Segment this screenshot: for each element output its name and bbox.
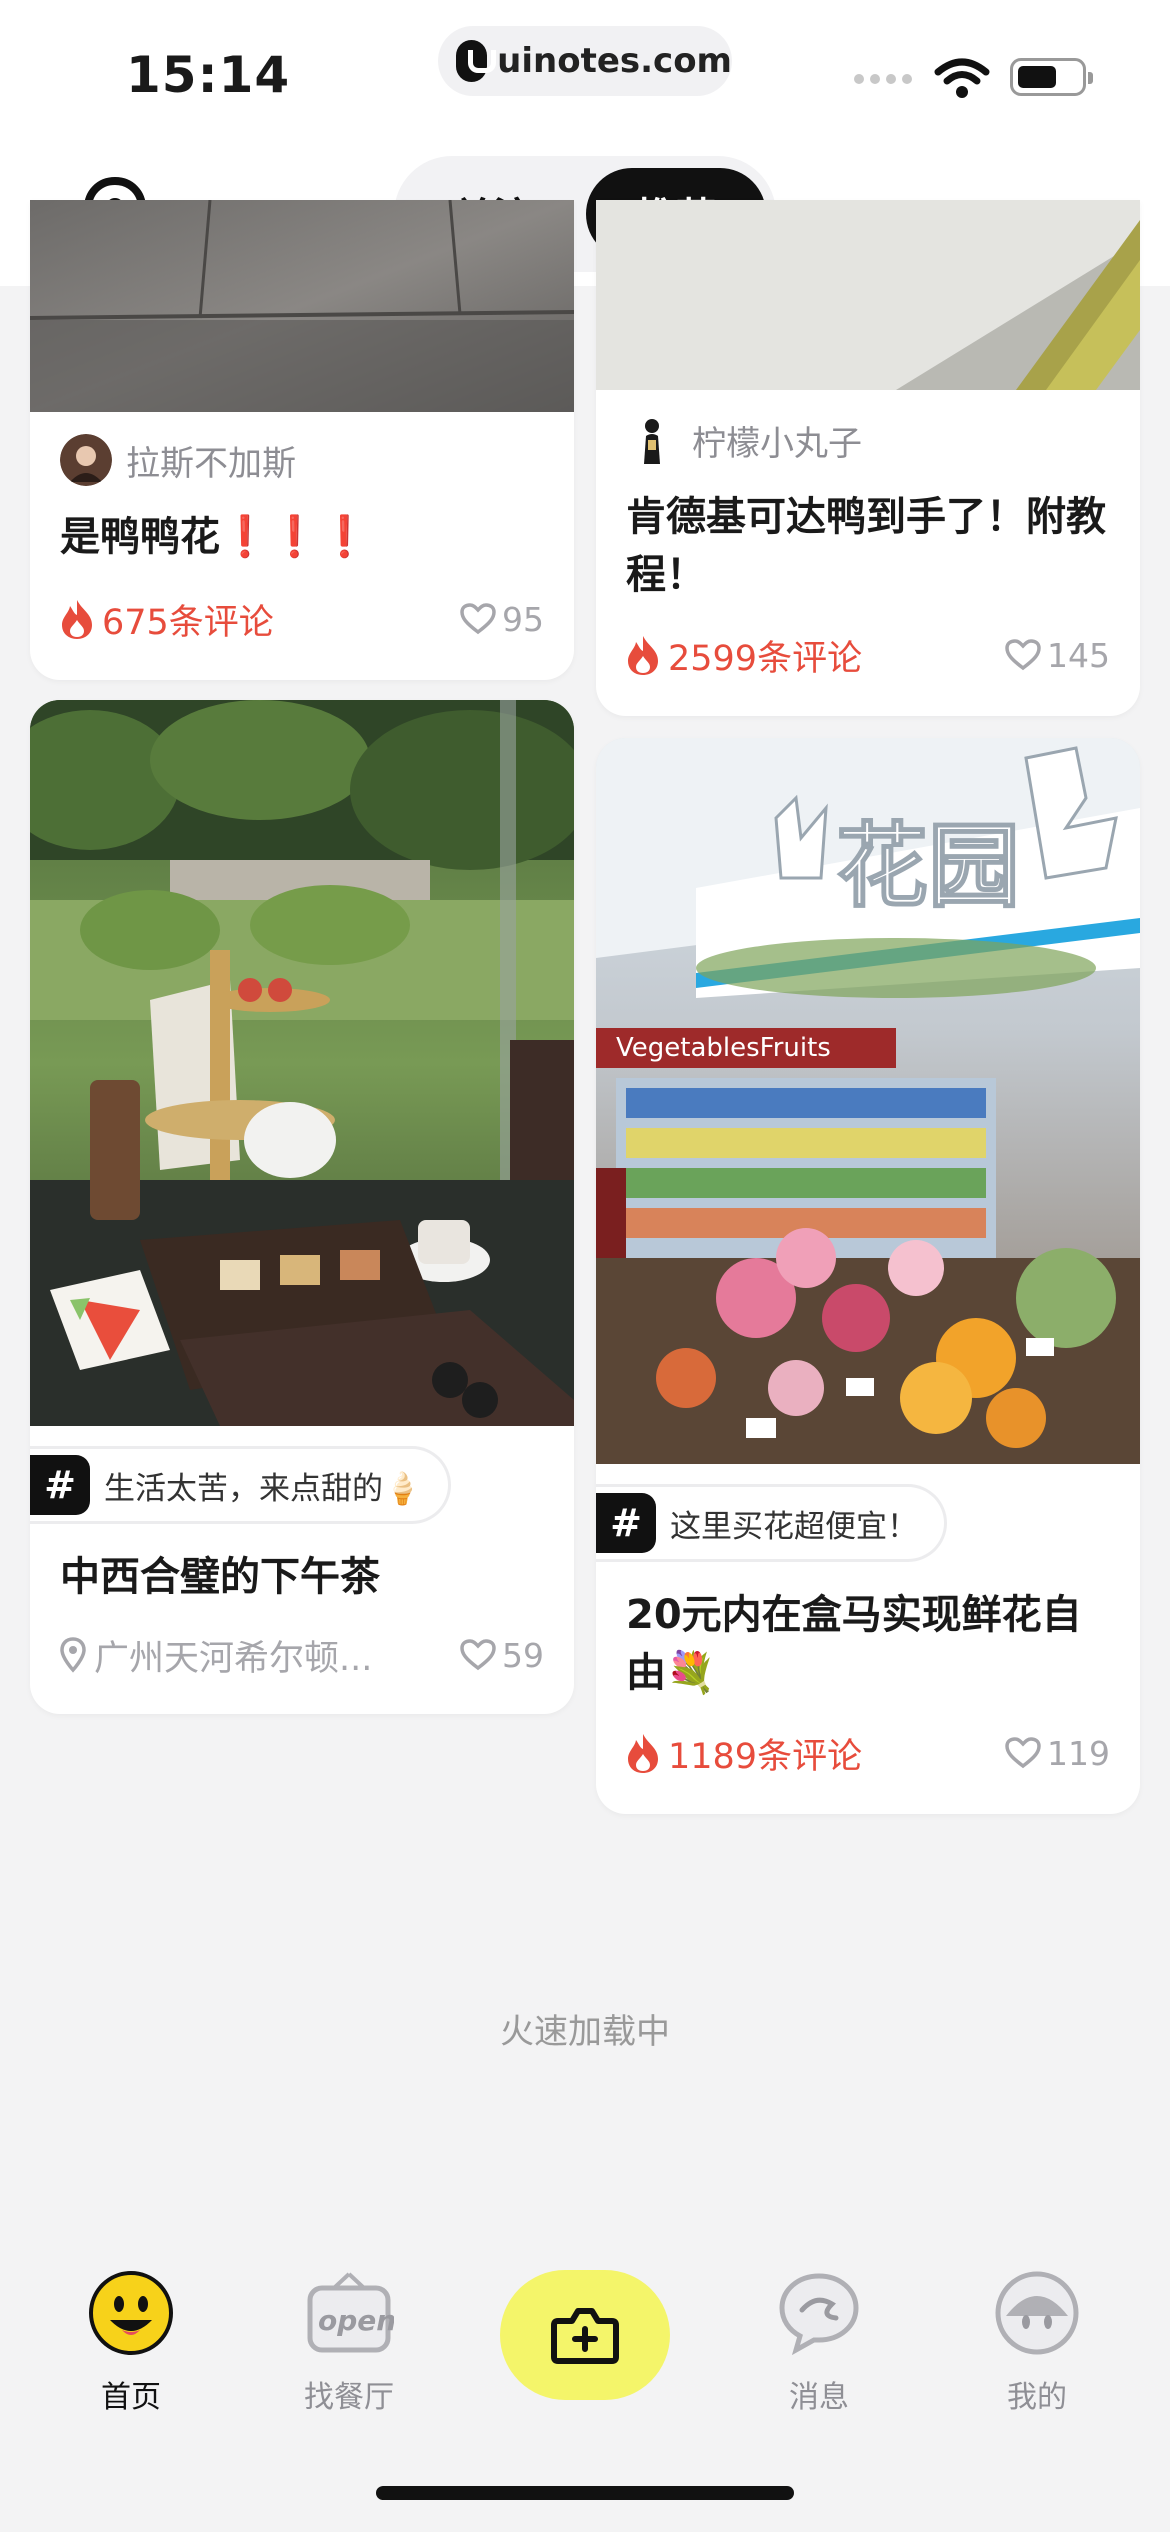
nav-label: 我的 bbox=[1007, 2380, 1067, 2415]
card-meta: 675条评论 95 bbox=[60, 594, 544, 644]
location-pin-icon bbox=[60, 1637, 86, 1673]
like-button[interactable]: 119 bbox=[1005, 1734, 1110, 1773]
nav-label: 消息 bbox=[789, 2380, 849, 2415]
card-title: 20元内在盒马实现鲜花自由💐 bbox=[626, 1592, 1082, 1696]
card-title: 中西合璧的下午茶 bbox=[60, 1554, 380, 1600]
loading-text: 火速加载中 bbox=[500, 2012, 670, 2052]
site-logo-icon bbox=[456, 40, 497, 82]
card-location: 广州天河希尔顿... bbox=[60, 1630, 372, 1681]
nav-label: 首页 bbox=[101, 2380, 161, 2415]
flame-icon bbox=[62, 600, 92, 639]
like-button[interactable]: 59 bbox=[460, 1636, 544, 1675]
card-photo bbox=[596, 200, 1140, 390]
like-count: 95 bbox=[502, 599, 544, 639]
card-meta: 1189条评论 119 bbox=[626, 1728, 1110, 1778]
sign-text: 花园 bbox=[836, 813, 1020, 920]
feed-card-left-1[interactable]: 拉斯不加斯 是鸭鸭花❗️❗️❗️ 675条评论 95 bbox=[30, 200, 574, 680]
card-meta: 广州天河希尔顿... 59 bbox=[60, 1630, 544, 1680]
heart-icon bbox=[460, 1639, 496, 1671]
comment-count-text: 2599条评论 bbox=[668, 638, 863, 679]
nav-item-home[interactable]: 首页 bbox=[56, 2270, 206, 2416]
feed-card-left-2[interactable]: # 生活太苦，来点甜的🍦 中西合璧的下午茶 广州天河希尔顿... 59 bbox=[30, 700, 574, 1714]
nav-item-messages[interactable]: 消息 bbox=[744, 2270, 894, 2416]
heart-icon bbox=[1005, 1737, 1041, 1769]
wifi-icon bbox=[934, 58, 990, 98]
topic-text: 生活太苦，来点甜的🍦 bbox=[104, 1470, 422, 1507]
card-author[interactable]: 拉斯不加斯 bbox=[60, 434, 296, 486]
comment-count: 2599条评论 bbox=[626, 630, 862, 681]
like-button[interactable]: 95 bbox=[460, 600, 544, 639]
card-photo-afternoon-tea bbox=[30, 700, 574, 1426]
comment-count-text: 675条评论 bbox=[102, 602, 274, 643]
heart-icon bbox=[1005, 639, 1041, 671]
hashtag-icon: # bbox=[30, 1455, 90, 1515]
topic-tag[interactable]: # 生活太苦，来点甜的🍦 bbox=[30, 1446, 451, 1524]
author-name: 柠檬小丸子 bbox=[692, 423, 862, 464]
card-title: 是鸭鸭花❗️❗️❗️ bbox=[60, 514, 370, 560]
like-count: 59 bbox=[502, 1635, 544, 1675]
hashtag-icon: # bbox=[596, 1493, 656, 1553]
card-title: 肯德基可达鸭到手了！附教程！ bbox=[626, 494, 1106, 598]
like-button[interactable]: 145 bbox=[1005, 636, 1110, 675]
flame-icon bbox=[628, 636, 658, 675]
heart-icon bbox=[460, 603, 496, 635]
nav-label: 找餐厅 bbox=[304, 2380, 394, 2415]
chat-bubble-icon bbox=[779, 2273, 859, 2356]
camera-plus-icon bbox=[551, 2308, 619, 2364]
sign-subtext: VegetablesFruits bbox=[616, 1033, 831, 1063]
nav-item-profile[interactable]: 我的 bbox=[962, 2270, 1112, 2416]
svg-text:open: open bbox=[318, 2304, 394, 2337]
comment-count: 675条评论 bbox=[60, 594, 274, 645]
face-profile-icon bbox=[995, 2271, 1079, 2355]
like-count: 119 bbox=[1047, 1733, 1110, 1773]
cellular-signal-icon bbox=[854, 74, 912, 84]
topic-tag[interactable]: # 这里买花超便宜！ bbox=[596, 1484, 947, 1562]
status-bar: 15:14 uinotes.com bbox=[0, 0, 1170, 140]
comment-count-text: 1189条评论 bbox=[668, 1736, 863, 1777]
card-author[interactable]: 柠檬小丸子 bbox=[626, 414, 862, 466]
flame-icon bbox=[628, 1734, 658, 1773]
avatar bbox=[60, 434, 112, 486]
author-name: 拉斯不加斯 bbox=[126, 443, 296, 484]
avatar bbox=[626, 414, 678, 466]
status-time: 15:14 bbox=[126, 46, 291, 104]
smiley-home-icon bbox=[89, 2271, 173, 2355]
url-text: uinotes.com bbox=[497, 41, 732, 81]
location-text: 广州天河希尔顿... bbox=[94, 1638, 373, 1679]
card-photo-flower-market: 花园 VegetablesFruits bbox=[596, 738, 1140, 1464]
home-indicator bbox=[376, 2486, 794, 2500]
card-photo bbox=[30, 200, 574, 412]
url-pill[interactable]: uinotes.com bbox=[438, 26, 732, 96]
camera-post-button[interactable] bbox=[500, 2270, 670, 2400]
battery-icon bbox=[1010, 58, 1093, 96]
topic-text: 这里买花超便宜！ bbox=[670, 1508, 918, 1545]
card-meta: 2599条评论 145 bbox=[626, 630, 1110, 680]
feed-card-right-1[interactable]: 柠檬小丸子 肯德基可达鸭到手了！附教程！ 2599条评论 145 bbox=[596, 200, 1140, 716]
comment-count: 1189条评论 bbox=[626, 1728, 862, 1779]
feed-card-right-2[interactable]: 花园 VegetablesFruits # 这里买花超便宜！ 20元内在盒马实现… bbox=[596, 738, 1140, 1814]
open-sign-icon: open bbox=[307, 2272, 396, 2353]
like-count: 145 bbox=[1047, 635, 1110, 675]
nav-item-restaurants[interactable]: open 找餐厅 bbox=[274, 2270, 424, 2416]
